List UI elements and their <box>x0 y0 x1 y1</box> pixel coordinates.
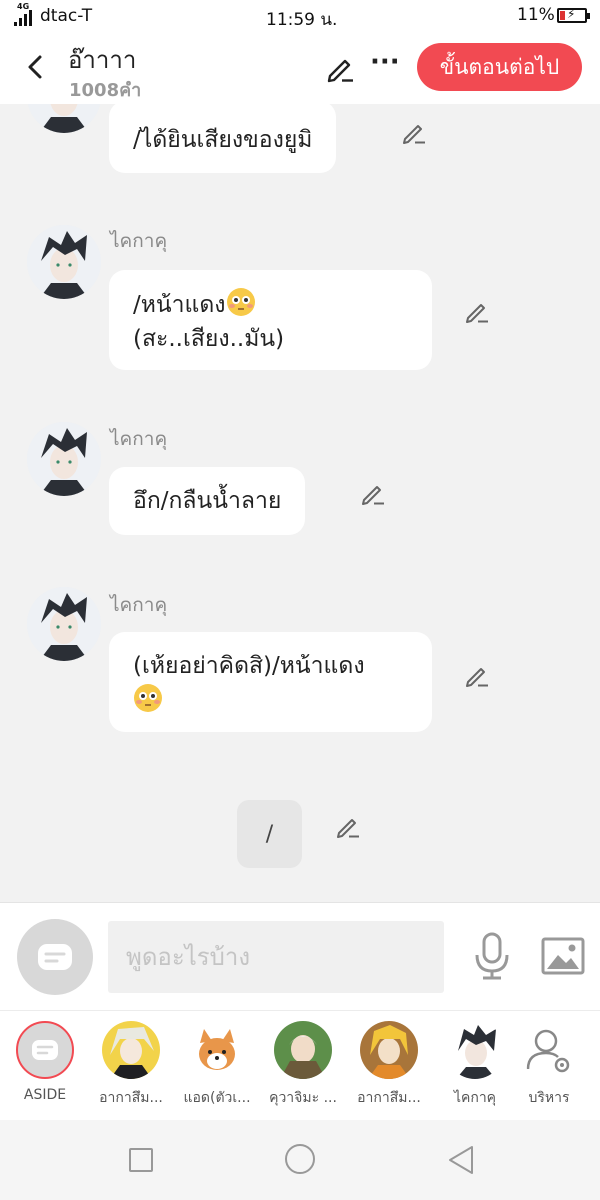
speaker-name: ไคกาคุ <box>110 230 168 252</box>
manage-characters-button[interactable]: บริหาร <box>507 1021 591 1109</box>
blushing-emoji-icon <box>134 684 162 712</box>
message-bubble[interactable]: (เห้ยอย่าคิดสิ)/หน้าแดง <box>109 632 432 732</box>
status-bar: 4G dtac-T 11:59 น. 11% ⚡ <box>0 0 600 34</box>
character-item[interactable]: อากาสึม... <box>347 1021 431 1109</box>
page-title: อ๊าาาา <box>68 46 137 74</box>
character-item[interactable]: แอด(ตัวเ... <box>175 1021 259 1109</box>
battery-icon: ⚡ <box>557 7 590 23</box>
clock: 11:59 น. <box>266 10 338 30</box>
battery-percent: 11% <box>517 5 555 25</box>
system-nav-bar <box>0 1120 600 1200</box>
avatar[interactable] <box>27 104 101 133</box>
message-input[interactable] <box>108 921 444 993</box>
avatar[interactable] <box>27 225 101 299</box>
avatar <box>446 1021 504 1079</box>
pencil-icon[interactable] <box>400 118 428 146</box>
avatar <box>188 1021 246 1079</box>
character-item[interactable]: คุวาจิมะ ... <box>261 1021 345 1109</box>
avatar[interactable] <box>27 587 101 661</box>
character-label: ASIDE <box>23 1087 67 1103</box>
pencil-icon[interactable] <box>359 479 387 507</box>
avatar <box>102 1021 160 1079</box>
character-label: แอด(ตัวเ... <box>183 1090 251 1106</box>
message-text: /หน้าแดง <box>133 292 226 318</box>
character-label: อากาสึม... <box>99 1090 163 1106</box>
user-gear-icon <box>520 1021 578 1079</box>
chat-area[interactable]: /ได้ยินเสียงของยูมิ ไคกาคุ /หน้าแดง (สะ.… <box>0 104 600 902</box>
network-type: 4G <box>17 2 30 11</box>
image-icon[interactable] <box>541 937 585 975</box>
character-label: คุวาจิมะ ... <box>269 1090 337 1106</box>
mic-icon[interactable] <box>473 931 511 981</box>
carrier-name: dtac-T <box>40 6 93 26</box>
character-label: อากาสึม... <box>357 1090 421 1106</box>
back-arrow-icon[interactable] <box>22 52 48 82</box>
nav-back-icon[interactable] <box>446 1144 476 1176</box>
aside-chat-icon <box>38 944 72 970</box>
character-label: บริหาร <box>528 1090 570 1106</box>
character-strip: ASIDE อากาสึม... แอด(ตัวเ... คุวาจิมะ ..… <box>0 1010 600 1120</box>
pencil-icon[interactable] <box>463 297 491 325</box>
blushing-emoji-icon <box>226 288 255 316</box>
character-label: ไคกาคุ <box>453 1090 497 1106</box>
message-text: (สะ..เสียง..มัน) <box>133 326 285 352</box>
avatar <box>360 1021 418 1079</box>
pencil-icon[interactable] <box>334 812 362 840</box>
pencil-icon[interactable] <box>463 661 491 689</box>
aside-chat-icon <box>16 1021 74 1079</box>
narration-bubble[interactable]: / <box>237 800 302 868</box>
message-bubble[interactable]: อึก/กลืนน้ำลาย <box>109 467 306 535</box>
message-text: (เห้ยอย่าคิดสิ)/หน้าแดง <box>133 653 365 679</box>
avatar <box>274 1021 332 1079</box>
character-item[interactable]: ไคกาคุ <box>433 1021 517 1109</box>
home-icon[interactable] <box>285 1144 315 1174</box>
recent-apps-icon[interactable] <box>129 1148 153 1172</box>
character-item[interactable]: อากาสึม... <box>89 1021 173 1109</box>
avatar[interactable] <box>27 422 101 496</box>
character-aside[interactable]: ASIDE <box>3 1021 87 1103</box>
message-text: / <box>265 821 274 847</box>
message-bubble[interactable]: /หน้าแดง (สะ..เสียง..มัน) <box>109 270 432 370</box>
message-text: อึก/กลืนน้ำลาย <box>133 488 282 514</box>
next-step-button[interactable]: ขั้นตอนต่อไป <box>417 43 582 91</box>
message-text: /ได้ยินเสียงของยูมิ <box>133 127 313 153</box>
aside-toggle-button[interactable] <box>17 919 93 995</box>
input-bar <box>0 902 600 1010</box>
chat-header: อ๊าาาา 1008คำ ··· ขั้นตอนต่อไป <box>0 34 600 104</box>
more-icon[interactable]: ··· <box>370 49 400 82</box>
message-bubble[interactable]: /ได้ยินเสียงของยูมิ <box>109 104 337 173</box>
speaker-name: ไคกาคุ <box>110 428 168 450</box>
pencil-icon[interactable] <box>324 52 356 84</box>
speaker-name: ไคกาคุ <box>110 594 168 616</box>
word-count: 1008คำ <box>69 80 142 101</box>
